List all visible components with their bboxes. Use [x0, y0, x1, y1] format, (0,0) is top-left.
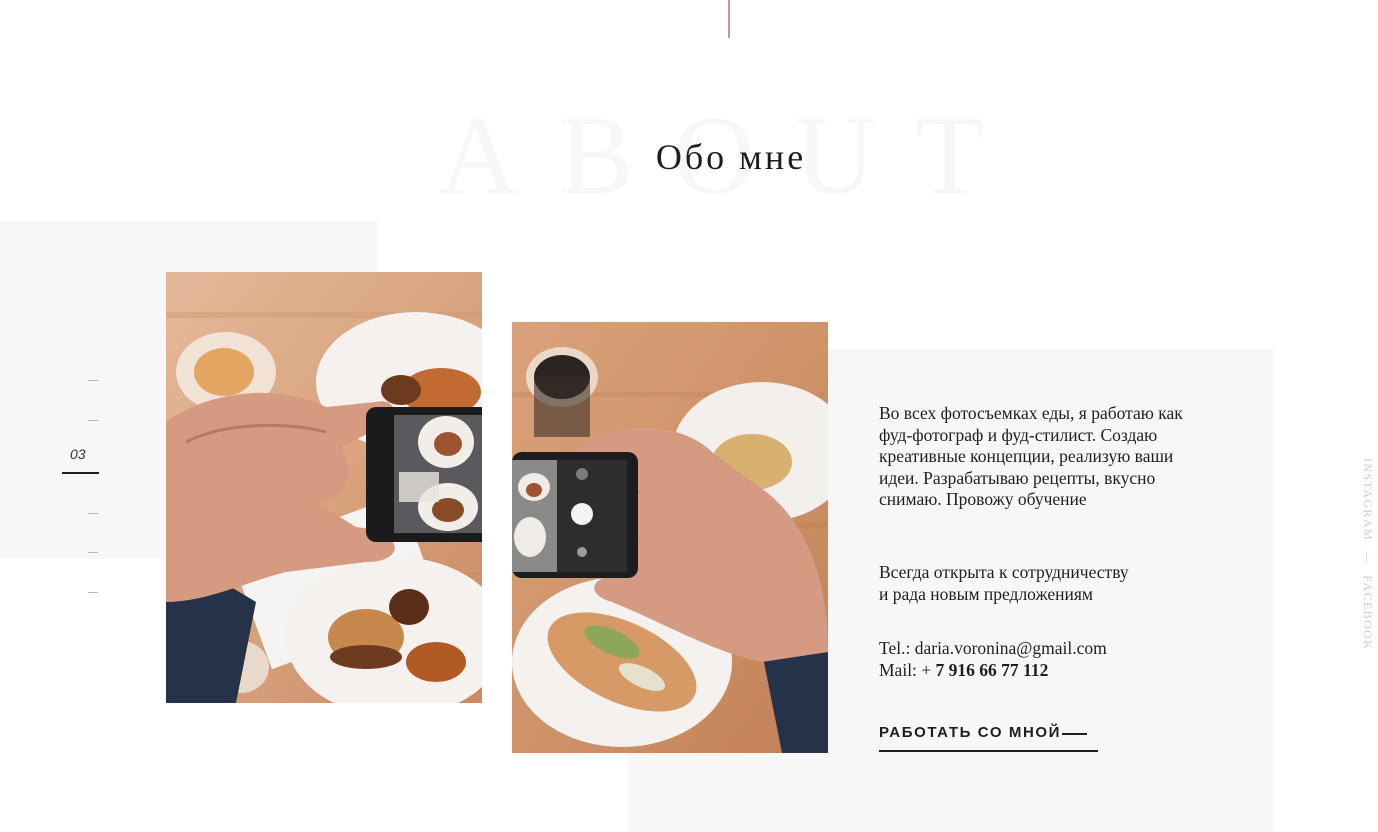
- about-paragraph-1: Во всех фотосъемках еды, я работаю как ф…: [879, 403, 1183, 510]
- about-paragraph-2: Всегда открыта к сотрудничеству и рада н…: [879, 562, 1209, 605]
- pager-tick-2[interactable]: [88, 420, 98, 421]
- food-photo-left: [166, 272, 482, 703]
- pager-tick-1[interactable]: [88, 380, 98, 381]
- work-with-me-label: РАБОТАТЬ СО МНОЙ: [879, 724, 1062, 741]
- pager-active-line: [62, 472, 99, 474]
- contact-phone-row: Mail: + 7 916 66 77 112: [879, 659, 1209, 681]
- food-photo-right: [512, 322, 828, 753]
- contact-email-label: Tel.:: [879, 638, 911, 658]
- social-separator: —: [1361, 551, 1375, 565]
- contact-phone-label: Mail: +: [879, 660, 932, 680]
- about-paragraph-2-line-2: и рада новым предложениям: [879, 583, 1093, 604]
- arrow-dash-icon: [1062, 733, 1087, 735]
- section-pager: 03: [60, 370, 102, 610]
- top-accent-line: [728, 0, 730, 38]
- social-links: INSTAGRAM — FACEBOOK: [1360, 458, 1378, 658]
- contact-email[interactable]: daria.voronina@gmail.com: [915, 638, 1107, 658]
- facebook-link[interactable]: FACEBOOK: [1361, 575, 1375, 650]
- contact-email-row: Tel.: daria.voronina@gmail.com: [879, 637, 1209, 659]
- about-paragraph-2-line-1: Всегда открыта к сотрудничеству: [879, 562, 1129, 582]
- pager-tick-4[interactable]: [88, 513, 98, 514]
- instagram-link[interactable]: INSTAGRAM: [1361, 458, 1375, 541]
- pager-tick-6[interactable]: [88, 592, 98, 593]
- contact-info: Tel.: daria.voronina@gmail.com Mail: + 7…: [879, 637, 1209, 681]
- pager-current-number: 03: [70, 446, 86, 462]
- section-title: Обо мне: [655, 137, 807, 177]
- contact-phone[interactable]: 7 916 66 77 112: [936, 660, 1049, 680]
- pager-tick-5[interactable]: [88, 552, 98, 553]
- work-with-me-button[interactable]: РАБОТАТЬ СО МНОЙ: [879, 722, 1098, 752]
